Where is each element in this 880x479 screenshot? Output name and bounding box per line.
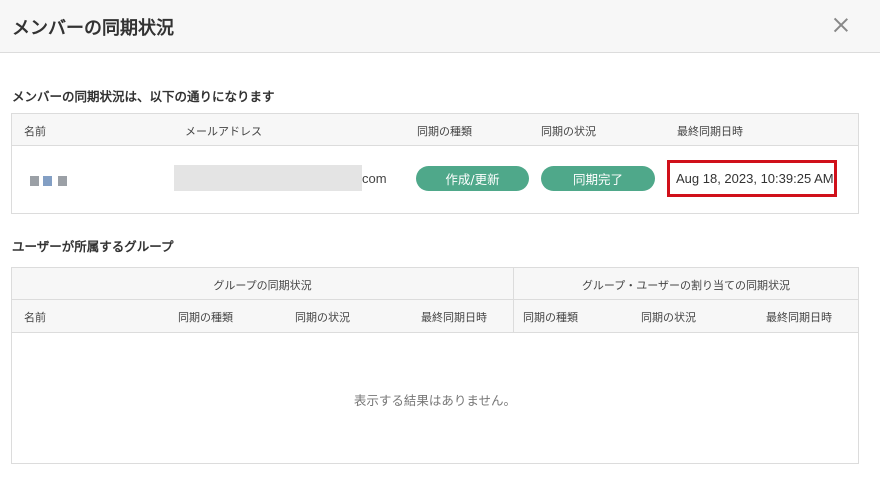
col-group-sync-type: 同期の種類 — [178, 311, 233, 324]
col-group-name: 名前 — [24, 311, 46, 324]
dialog-title: メンバーの同期状況 — [12, 18, 174, 39]
col-group-last-synced: 最終同期日時 — [421, 311, 487, 324]
sync-type-badge[interactable]: 作成/更新 — [416, 166, 529, 191]
member-sync-table: 名前 メールアドレス 同期の種類 同期の状況 最終同期日時 com 作成/更新 … — [11, 113, 859, 214]
member-name-redacted — [30, 176, 70, 188]
dialog-header: メンバーの同期状況 — [0, 0, 880, 53]
group-table-header-columns: 名前 同期の種類 同期の状況 最終同期日時 同期の種類 同期の状況 最終同期日時 — [12, 300, 858, 333]
group-table-header-top: グループの同期状況 グループ・ユーザーの割り当ての同期状況 — [12, 268, 858, 300]
table-row: com 作成/更新 同期完了 Aug 18, 2023, 10:39:25 AM — [12, 146, 858, 213]
col-email: メールアドレス — [185, 125, 262, 138]
col-sync-type: 同期の種類 — [417, 125, 472, 138]
group-section-title: ユーザーが所属するグループ — [12, 239, 174, 254]
email-suffix: com — [362, 171, 387, 186]
col-name: 名前 — [24, 125, 46, 138]
col-assign-sync-status: 同期の状況 — [641, 311, 696, 324]
group-sync-header: グループの同期状況 — [213, 279, 312, 292]
col-group-sync-status: 同期の状況 — [295, 311, 350, 324]
empty-message: 表示する結果はありません。 — [353, 393, 517, 408]
col-assign-last-synced: 最終同期日時 — [766, 311, 832, 324]
group-sync-table: グループの同期状況 グループ・ユーザーの割り当ての同期状況 名前 同期の種類 同… — [11, 267, 859, 464]
close-icon[interactable] — [830, 14, 852, 36]
col-sync-status: 同期の状況 — [541, 125, 596, 138]
member-section-title: メンバーの同期状況は、以下の通りになります — [12, 89, 275, 104]
email-redacted — [174, 165, 362, 191]
col-last-synced: 最終同期日時 — [677, 125, 743, 138]
member-table-header: 名前 メールアドレス 同期の種類 同期の状況 最終同期日時 — [12, 114, 858, 146]
last-synced-value: Aug 18, 2023, 10:39:25 AM — [676, 171, 834, 186]
header-divider — [513, 268, 514, 333]
assignment-sync-header: グループ・ユーザーの割り当ての同期状況 — [581, 279, 791, 292]
col-assign-sync-type: 同期の種類 — [523, 311, 578, 324]
sync-status-badge[interactable]: 同期完了 — [541, 166, 655, 191]
